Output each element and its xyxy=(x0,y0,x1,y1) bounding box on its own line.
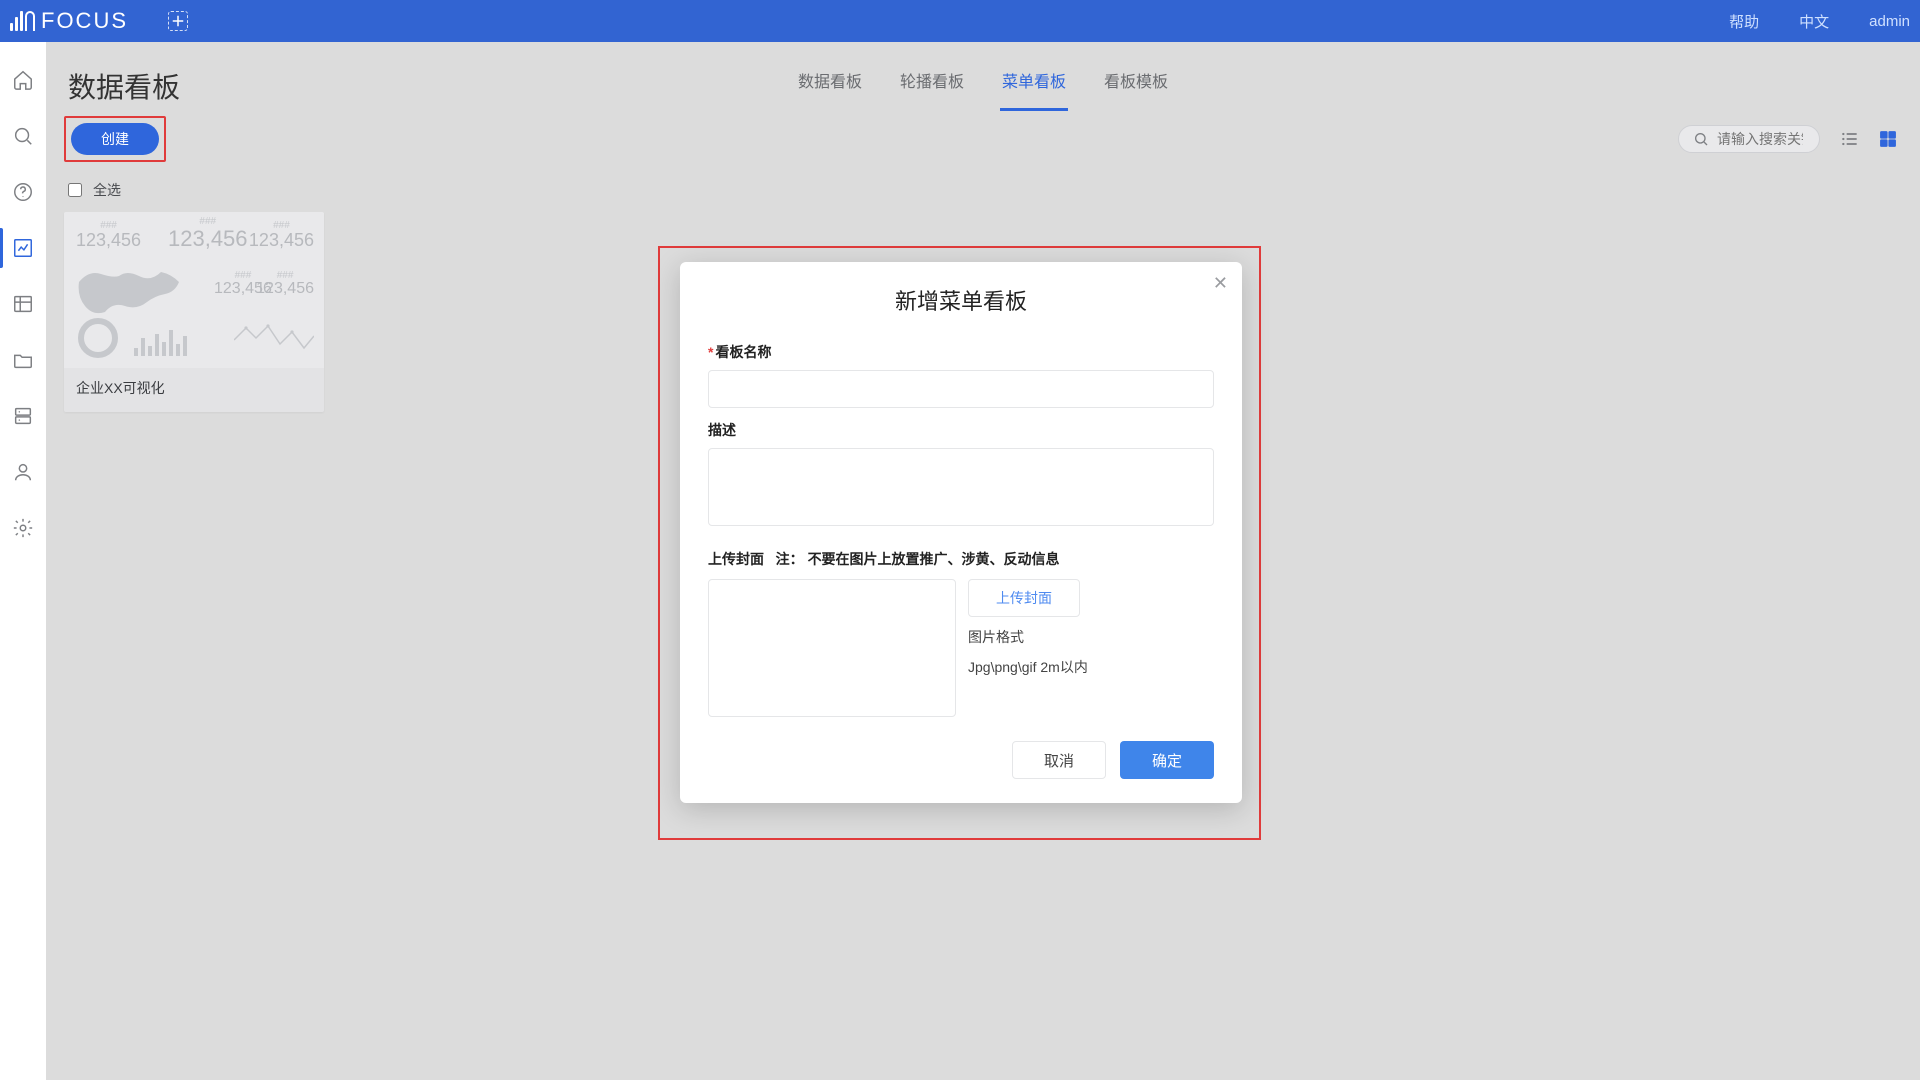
tab-carousel[interactable]: 轮播看板 xyxy=(898,60,966,111)
nav-dashboard[interactable] xyxy=(0,220,46,276)
create-modal: ✕ 新增菜单看板 *看板名称 描述 上传封面 注： 不要在图片上放置推广、涉黄、… xyxy=(680,262,1242,803)
view-list-button[interactable] xyxy=(1836,127,1864,151)
format-hint: Jpg\png\gif 2m以内 xyxy=(968,657,1088,677)
metric-2: 123,456 xyxy=(168,226,248,251)
nav-user[interactable] xyxy=(0,444,46,500)
search-box[interactable] xyxy=(1678,125,1820,153)
ok-button[interactable]: 确定 xyxy=(1120,741,1214,779)
plus-icon xyxy=(169,12,187,30)
view-toggle xyxy=(1836,127,1902,151)
map-icon xyxy=(74,262,194,322)
left-nav xyxy=(0,42,46,1080)
cover-dropzone[interactable] xyxy=(708,579,956,717)
select-all-row: 全选 xyxy=(64,180,1902,200)
question-icon xyxy=(12,181,34,203)
metric-5: 123,456 xyxy=(256,280,314,297)
name-input[interactable] xyxy=(708,370,1214,408)
app-logo: FOCUS xyxy=(10,8,128,34)
select-all-checkbox[interactable] xyxy=(68,183,82,197)
format-label: 图片格式 xyxy=(968,627,1088,647)
upload-note: 上传封面 注： 不要在图片上放置推广、涉黄、反动信息 xyxy=(708,549,1214,569)
nav-table[interactable] xyxy=(0,276,46,332)
metric-1: 123,456 xyxy=(76,230,141,250)
search-icon xyxy=(12,125,34,147)
modal-title: 新增菜单看板 xyxy=(708,284,1214,316)
folder-icon xyxy=(12,349,34,371)
user-link[interactable]: admin xyxy=(1869,13,1910,30)
tab-menu[interactable]: 菜单看板 xyxy=(1000,60,1068,111)
search-input[interactable] xyxy=(1715,130,1805,148)
top-bar: FOCUS 帮助 中文 admin xyxy=(0,0,1920,42)
cancel-button[interactable]: 取消 xyxy=(1012,741,1106,779)
card-thumbnail: ###123,456 ###123,456 ###123,456 ###123,… xyxy=(64,212,324,368)
close-button[interactable]: ✕ xyxy=(1213,274,1228,292)
grid-icon xyxy=(12,293,34,315)
nav-data[interactable] xyxy=(0,388,46,444)
tab-data[interactable]: 数据看板 xyxy=(796,60,864,111)
search-icon xyxy=(1693,131,1709,147)
donut-icon xyxy=(78,318,118,358)
nav-folder[interactable] xyxy=(0,332,46,388)
name-label: *看板名称 xyxy=(708,342,1214,362)
dashboard-card[interactable]: ###123,456 ###123,456 ###123,456 ###123,… xyxy=(64,212,324,412)
grid-view-icon xyxy=(1878,129,1898,149)
nav-search[interactable] xyxy=(0,108,46,164)
upload-row: 上传封面 图片格式 Jpg\png\gif 2m以内 xyxy=(708,579,1214,717)
list-icon xyxy=(1840,129,1860,149)
tab-template[interactable]: 看板模板 xyxy=(1102,60,1170,111)
select-all-label: 全选 xyxy=(93,180,121,200)
view-grid-button[interactable] xyxy=(1874,127,1902,151)
modal-footer: 取消 确定 xyxy=(708,741,1214,779)
logo-icon xyxy=(10,11,35,31)
desc-label: 描述 xyxy=(708,420,1214,440)
help-link[interactable]: 帮助 xyxy=(1729,11,1759,32)
app-name: FOCUS xyxy=(41,8,128,34)
bars-icon xyxy=(134,330,187,356)
desc-input[interactable] xyxy=(708,448,1214,526)
new-tab-button[interactable] xyxy=(168,11,188,31)
nav-settings[interactable] xyxy=(0,500,46,556)
sparkline-icon xyxy=(234,320,314,354)
card-caption: 企业XX可视化 xyxy=(64,368,324,412)
upload-info: 上传封面 图片格式 Jpg\png\gif 2m以内 xyxy=(968,579,1088,677)
tab-bar: 数据看板 轮播看板 菜单看板 看板模板 xyxy=(46,60,1920,111)
metric-3: 123,456 xyxy=(249,230,314,250)
upload-button[interactable]: 上传封面 xyxy=(968,579,1080,617)
home-icon xyxy=(12,69,34,91)
user-icon xyxy=(12,461,34,483)
server-icon xyxy=(12,405,34,427)
nav-help[interactable] xyxy=(0,164,46,220)
chart-icon xyxy=(12,237,34,259)
create-button[interactable]: 创建 xyxy=(71,123,159,155)
toolbar: 创建 xyxy=(64,116,1902,162)
create-highlight: 创建 xyxy=(64,116,166,162)
gear-icon xyxy=(12,517,34,539)
nav-home[interactable] xyxy=(0,52,46,108)
lang-link[interactable]: 中文 xyxy=(1799,11,1829,32)
